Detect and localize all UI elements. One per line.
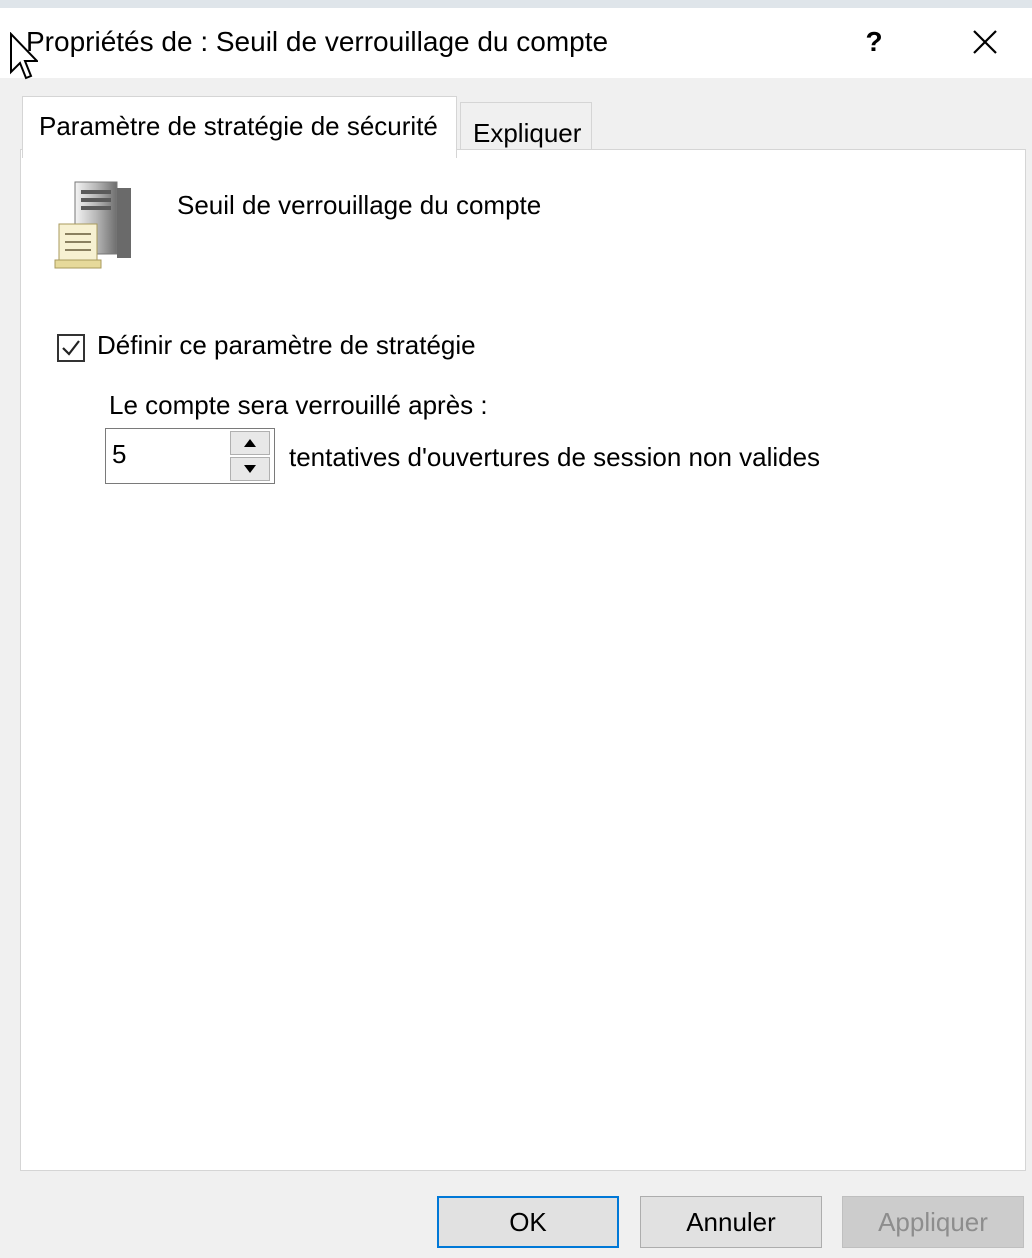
lock-after-label: Le compte sera verrouillé après :	[109, 390, 488, 420]
help-button[interactable]: ?	[846, 16, 902, 68]
attempts-suffix-label: tentatives d'ouvertures de session non v…	[289, 442, 821, 472]
attempts-value[interactable]: 5	[112, 439, 126, 470]
arrow-down-icon	[244, 465, 256, 473]
spin-down-button[interactable]	[230, 457, 270, 481]
title-bar: Propriétés de : Seuil de verrouillage du…	[0, 8, 1032, 80]
arrow-up-icon	[244, 439, 256, 447]
cancel-button[interactable]: Annuler	[640, 1196, 822, 1248]
define-policy-label[interactable]: Définir ce paramètre de stratégie	[97, 330, 476, 361]
policy-name: Seuil de verrouillage du compte	[177, 190, 542, 220]
tab-security-policy-setting[interactable]: Paramètre de stratégie de sécurité	[22, 96, 457, 158]
spin-up-button[interactable]	[230, 431, 270, 455]
checkmark-icon	[62, 340, 80, 356]
tab-explain[interactable]: Expliquer	[460, 102, 593, 154]
attempts-spinner[interactable]: 5	[105, 428, 275, 484]
server-document-icon	[54, 181, 131, 269]
mouse-cursor-icon	[10, 32, 38, 80]
apply-button[interactable]: Appliquer	[842, 1196, 1024, 1248]
tab-panel: Seuil de verrouillage du compte Définir …	[20, 149, 1026, 1171]
close-button[interactable]	[950, 16, 1020, 68]
properties-dialog: Propriétés de : Seuil de verrouillage du…	[0, 8, 1032, 1258]
background-strip	[0, 0, 1032, 8]
close-icon	[973, 30, 997, 54]
ok-button[interactable]: OK	[437, 1196, 619, 1248]
define-policy-checkbox[interactable]	[57, 334, 85, 362]
dialog-title: Propriétés de : Seuil de verrouillage du…	[26, 26, 609, 57]
